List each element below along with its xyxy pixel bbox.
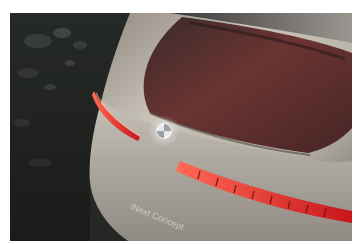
image-frame: iNext Concept [0,0,354,244]
car-photo: iNext Concept [10,13,352,241]
badge-emblem [156,123,172,139]
car-photo-illustration: iNext Concept [10,13,352,241]
